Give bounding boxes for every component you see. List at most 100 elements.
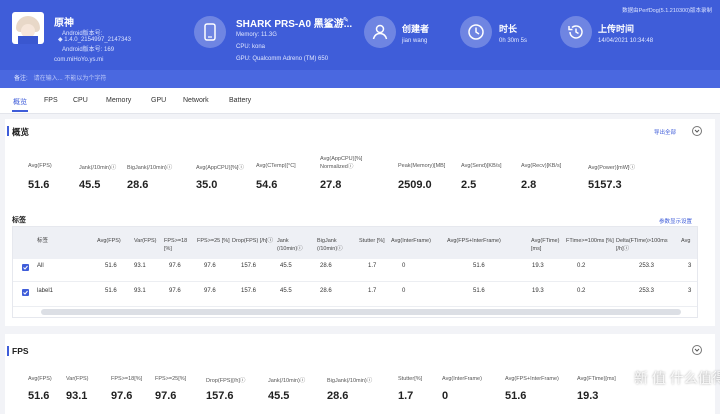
table-header-cell: 标签 <box>37 238 49 244</box>
metric-value: 51.6 <box>505 390 527 402</box>
edit-icon[interactable]: ✎ <box>343 16 349 24</box>
table-header-cell: Avg(FTime) [ms] <box>531 238 560 252</box>
table-header-cell: FTime>=100ms [%] <box>566 238 614 244</box>
table-cell: 93.1 <box>134 263 146 269</box>
metric-label: Avg(FPS+InterFrame) <box>505 376 559 382</box>
table-cell: 97.6 <box>204 263 216 269</box>
upload-value: 14/04/2021 10:34:48 <box>598 38 654 44</box>
metric-label: FPS>=18[%] <box>111 376 143 382</box>
metric-value: 27.8 <box>320 179 342 191</box>
tab-fps[interactable]: FPS <box>44 97 58 104</box>
metric-value: 97.6 <box>155 390 177 402</box>
metric-label: Avg(FPS) <box>28 376 52 382</box>
table-cell: 0 <box>402 263 406 269</box>
note-bar: 备注: 请在输入... 不能以为个字符 <box>0 70 720 88</box>
table-cell: 45.5 <box>280 288 292 294</box>
metric-value: 54.6 <box>256 179 278 191</box>
row-label: label1 <box>37 288 54 294</box>
upload-title: 上传时间 <box>598 24 635 34</box>
metric-value: 51.6 <box>28 179 50 191</box>
table-cell: 3 <box>688 288 692 294</box>
table-cell: 0.2 <box>577 263 586 269</box>
table-header-cell: Drop(FPS) [/h]ⓘ <box>232 238 273 244</box>
row-divider <box>13 281 697 282</box>
table-header-cell: Delta(FTime)>100ms [/h]ⓘ <box>616 238 668 252</box>
metric-label: Stutter[%] <box>398 376 423 382</box>
metric-label: Avg(FTime)[ms] <box>577 376 616 382</box>
app-version-code: Android版本号: 169 <box>62 47 115 53</box>
package-name: com.miHoYo.ys.mi <box>54 57 104 63</box>
metric-value: 1.7 <box>398 390 414 402</box>
table-cell: 0.2 <box>577 288 586 294</box>
metric-value: 35.0 <box>196 179 218 191</box>
metric-label: BigJank(/10min)ⓘ <box>127 165 173 171</box>
tab-gpu[interactable]: GPU <box>151 97 166 104</box>
table-cell: 19.3 <box>532 263 544 269</box>
metric-label: Avg(CTemp)[°C] <box>256 163 296 169</box>
report-header: 原神 Android版本号: ◆ 1.4.0_2154997_2147343 A… <box>0 0 720 70</box>
table-cell: 97.6 <box>169 288 181 294</box>
table-header-cell: Jank (/10min)ⓘ <box>277 238 303 252</box>
section-marker <box>7 346 9 356</box>
clock-icon <box>460 16 492 48</box>
table-cell: 97.6 <box>169 263 181 269</box>
metric-value: 2509.0 <box>398 179 432 191</box>
tab-cpu[interactable]: CPU <box>73 97 88 104</box>
note-input[interactable]: 请在输入... 不能以为个字符 <box>34 76 107 82</box>
row-divider <box>13 306 697 307</box>
table-cell: 51.6 <box>473 288 485 294</box>
app-name: 原神 <box>54 18 74 29</box>
table-header-cell: FPS>=25 [%] <box>197 238 230 244</box>
chevron-down-icon[interactable] <box>692 126 702 136</box>
metric-label: Var(FPS) <box>66 376 89 382</box>
table-cell: 51.6 <box>473 263 485 269</box>
table-header-cell: Avg <box>681 238 691 244</box>
metric-value: 19.3 <box>577 390 599 402</box>
table-header-cell: Stutter [%] <box>359 238 385 244</box>
metric-label: Avg(InterFrame) <box>442 376 482 382</box>
table-cell: 1.7 <box>368 263 377 269</box>
tab-bar: 概览 FPS CPU Memory GPU Network Battery <box>0 88 720 114</box>
table-cell: 253.3 <box>639 263 655 269</box>
table-header-cell: Var(FPS) <box>134 238 157 244</box>
table-cell: 0 <box>402 288 406 294</box>
metric-label: Jank(/10min)ⓘ <box>268 378 306 384</box>
section-marker <box>7 126 9 136</box>
table-cell: 19.3 <box>532 288 544 294</box>
duration-value: 0h 30m 5s <box>499 38 528 44</box>
metric-value: 97.6 <box>111 390 133 402</box>
device-gpu: GPU: Qualcomm Adreno (TM) 650 <box>236 56 329 62</box>
device-memory: Memory: 11.3G <box>236 32 277 38</box>
chevron-down-icon[interactable] <box>692 345 702 355</box>
export-all-link[interactable]: 导出全部 <box>654 128 676 136</box>
labels-title: 标签 <box>12 217 26 224</box>
table-cell: 51.6 <box>105 288 117 294</box>
version-info: 数据由PerfDog(5.1.210300)版本录制 <box>622 8 712 14</box>
horizontal-scrollbar[interactable] <box>41 309 681 315</box>
tab-overview[interactable]: 概览 <box>12 97 28 112</box>
metric-value: 0 <box>442 390 449 402</box>
creator-title: 创建者 <box>402 24 430 34</box>
creator-value: jian wang <box>402 38 428 44</box>
metric-value: 28.6 <box>327 390 349 402</box>
tab-network[interactable]: Network <box>183 97 209 104</box>
tab-battery[interactable]: Battery <box>229 97 251 104</box>
tab-memory[interactable]: Memory <box>106 97 131 104</box>
metric-label: Avg(Recv)[KB/s] <box>521 163 562 169</box>
table-cell: 3 <box>688 263 692 269</box>
metric-value: 2.8 <box>521 179 537 191</box>
param-settings-link[interactable]: 参数显示设置 <box>659 217 692 225</box>
duration-title: 时长 <box>499 24 518 34</box>
metric-label: Avg(AppCPU)[%] Normalizedⓘ <box>320 156 363 170</box>
metric-value: 2.5 <box>461 179 477 191</box>
metric-value: 28.6 <box>127 179 149 191</box>
table-cell: 28.6 <box>320 263 332 269</box>
metric-label: Peak(Memory)[MB] <box>398 163 446 169</box>
history-icon <box>560 16 592 48</box>
fps-card <box>5 334 715 414</box>
phone-icon <box>194 16 226 48</box>
row-checkbox[interactable] <box>22 264 29 271</box>
row-checkbox[interactable] <box>22 289 29 296</box>
metric-value: 45.5 <box>268 390 290 402</box>
overview-title: 概览 <box>12 127 30 137</box>
